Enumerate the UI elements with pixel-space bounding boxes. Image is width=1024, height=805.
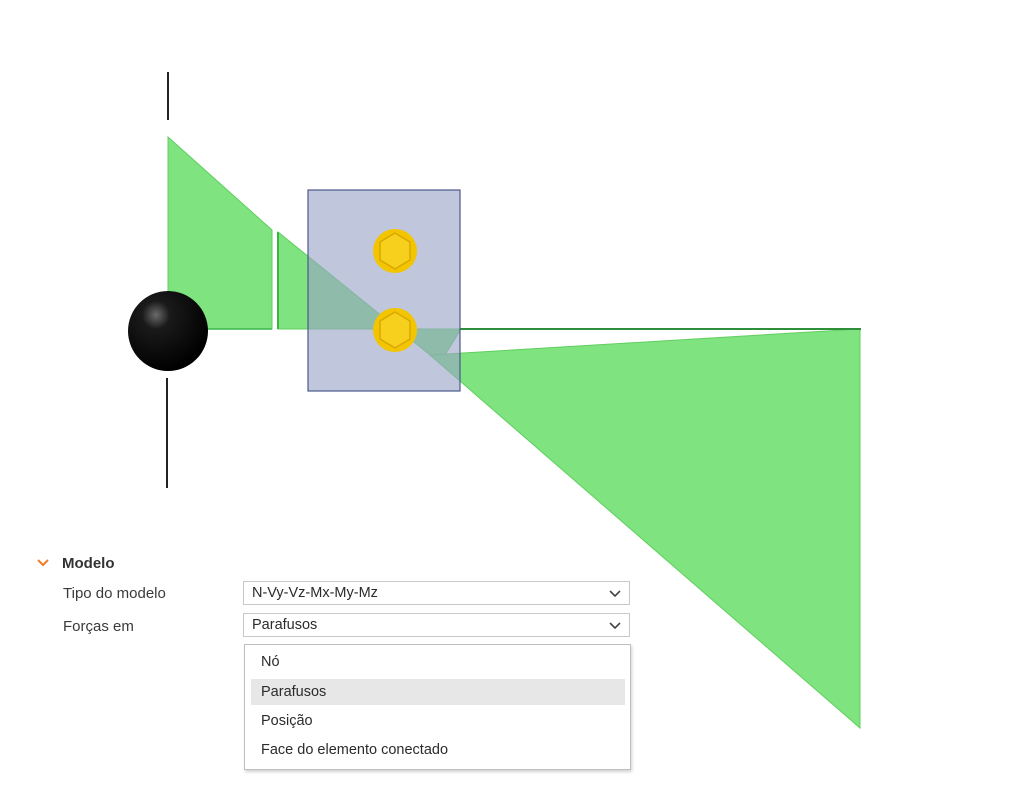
node-sphere-icon[interactable]: [128, 291, 208, 371]
dropdown-option-no[interactable]: Nó: [251, 649, 625, 675]
tipo-do-modelo-select[interactable]: N-Vy-Vz-Mx-My-Mz: [243, 581, 630, 605]
dropdown-option-parafusos[interactable]: Parafusos: [251, 679, 625, 705]
forcas-em-dropdown-list: Nó Parafusos Posição Face do elemento co…: [244, 644, 631, 770]
property-label-tipo-do-modelo: Tipo do modelo: [63, 585, 166, 602]
forcas-em-value: Parafusos: [252, 617, 318, 633]
bolt-icon[interactable]: [373, 229, 417, 273]
force-diagram: [167, 135, 861, 730]
property-label-forcas-em: Forças em: [63, 618, 134, 635]
bolt-icon[interactable]: [373, 308, 417, 352]
dropdown-option-face-do-elemento-conectado[interactable]: Face do elemento conectado: [251, 737, 625, 763]
section-title: Modelo: [62, 554, 115, 572]
chevron-down-icon[interactable]: [36, 556, 50, 570]
section-header-modelo[interactable]: Modelo: [36, 552, 115, 574]
dropdown-caret-icon: [609, 622, 621, 630]
connection-plate[interactable]: [307, 189, 461, 392]
dropdown-option-posicao[interactable]: Posição: [251, 708, 625, 734]
tipo-do-modelo-value: N-Vy-Vz-Mx-My-Mz: [252, 585, 378, 601]
forcas-em-select[interactable]: Parafusos: [243, 613, 630, 637]
dropdown-caret-icon: [609, 590, 621, 598]
